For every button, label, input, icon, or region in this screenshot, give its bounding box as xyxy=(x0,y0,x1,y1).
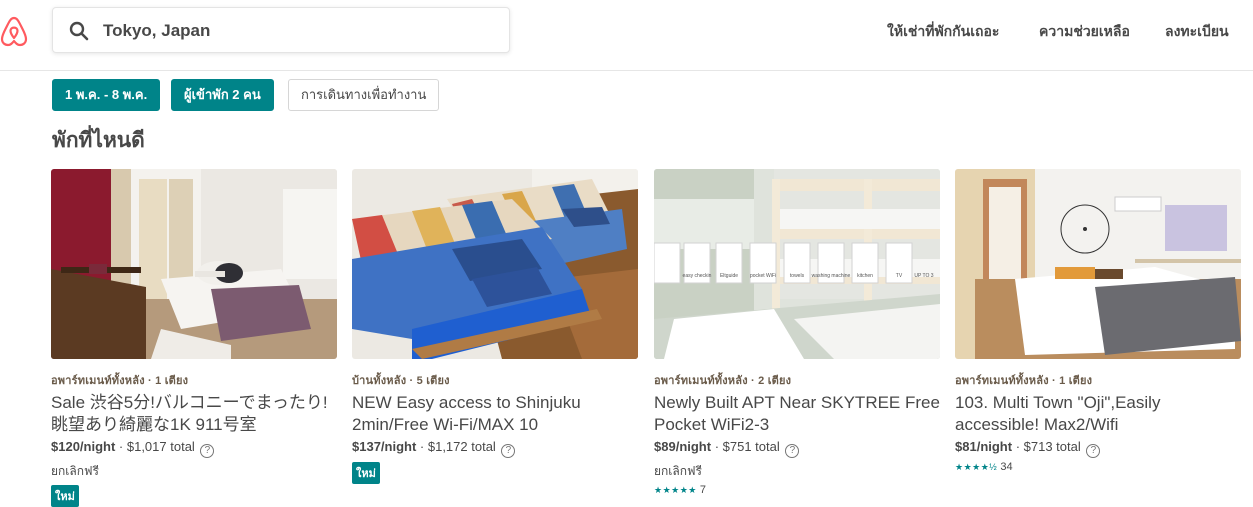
rating: ★★★★½ 34 xyxy=(955,461,1013,473)
listing-photo[interactable]: easy checkin Eltguide pocket WiFi towels… xyxy=(654,169,940,359)
listing-price: $137/night · $1,172 total ? xyxy=(352,439,638,458)
svg-text:pocket WiFi: pocket WiFi xyxy=(750,273,776,279)
new-badge: ใหม่ xyxy=(51,485,79,507)
top-header: ให้เช่าที่พักกันเถอะ ความช่วยเหลือ ลงทะเ… xyxy=(0,0,1253,71)
search-icon xyxy=(69,21,89,41)
star-rating-icon: ★★★★½ xyxy=(955,462,998,472)
listing-type: อพาร์ทเมนท์ทั้งหลัง · 1 เตียง xyxy=(955,375,1093,387)
listing-type: บ้านทั้งหลัง · 5 เตียง xyxy=(352,375,450,387)
free-cancellation: ยกเลิกฟรี xyxy=(654,464,702,478)
listing-title[interactable]: NEW Easy access to Shinjuku 2min/Free Wi… xyxy=(352,392,638,436)
dates-filter-button[interactable]: 1 พ.ค. - 8 พ.ค. xyxy=(52,79,161,111)
question-circle-icon[interactable]: ? xyxy=(200,444,215,458)
listing-title[interactable]: Sale 渋谷5分!バルコニーでまったり!眺望あり綺麗な1K 911号室 xyxy=(51,392,337,436)
work-trip-filter-button[interactable]: การเดินทางเพื่อทำงาน xyxy=(288,79,440,111)
rating: ★★★★★ 7 xyxy=(654,484,707,496)
airbnb-logo-icon[interactable] xyxy=(0,14,28,48)
svg-text:washing machine: washing machine xyxy=(812,273,851,279)
listing-photo[interactable] xyxy=(352,169,638,359)
svg-text:TV: TV xyxy=(896,273,903,279)
guests-filter-button[interactable]: ผู้เข้าพัก 2 คน xyxy=(171,79,274,111)
listing-type: อพาร์ทเมนท์ทั้งหลัง · 1 เตียง xyxy=(51,375,189,387)
listing-price: $89/night · $751 total ? xyxy=(654,439,940,458)
question-circle-icon[interactable]: ? xyxy=(1086,444,1101,458)
listing-card[interactable]: บ้านทั้งหลัง · 5 เตียง NEW Easy access t… xyxy=(352,169,638,484)
nav-help-link[interactable]: ความช่วยเหลือ xyxy=(1039,21,1130,43)
svg-text:easy checkin: easy checkin xyxy=(683,273,712,279)
star-rating-icon: ★★★★★ xyxy=(654,485,697,495)
free-cancellation: ยกเลิกฟรี xyxy=(51,464,99,478)
listing-type: อพาร์ทเมนท์ทั้งหลัง · 2 เตียง xyxy=(654,375,792,387)
listing-card[interactable]: อพาร์ทเมนท์ทั้งหลัง · 1 เตียง 103. Multi… xyxy=(955,169,1241,473)
listing-title[interactable]: Newly Built APT Near SKYTREE Free Pocket… xyxy=(654,392,940,436)
svg-text:UP TO 3: UP TO 3 xyxy=(914,273,933,279)
search-input[interactable] xyxy=(103,16,493,46)
svg-text:kitchen: kitchen xyxy=(857,273,873,279)
question-circle-icon[interactable]: ? xyxy=(501,444,516,458)
filter-bar: 1 พ.ค. - 8 พ.ค. ผู้เข้าพัก 2 คน การเดินท… xyxy=(0,71,1253,119)
listing-card[interactable]: อพาร์ทเมนท์ทั้งหลัง · 1 เตียง Sale 渋谷5分!… xyxy=(51,169,337,507)
listing-photo[interactable] xyxy=(955,169,1241,359)
section-title: พักที่ไหนดี xyxy=(52,129,145,152)
new-badge: ใหม่ xyxy=(352,462,380,484)
question-circle-icon[interactable]: ? xyxy=(785,444,800,458)
listing-price: $120/night · $1,017 total ? xyxy=(51,439,337,458)
svg-text:towels: towels xyxy=(790,273,805,279)
listing-title[interactable]: 103. Multi Town "Oji",Easily accessible!… xyxy=(955,392,1241,436)
search-bar[interactable] xyxy=(52,7,510,53)
nav-signup-link[interactable]: ลงทะเบียน xyxy=(1165,21,1229,43)
svg-text:Eltguide: Eltguide xyxy=(720,273,738,279)
listing-price: $81/night · $713 total ? xyxy=(955,439,1241,458)
listing-photo[interactable] xyxy=(51,169,337,359)
listing-card[interactable]: easy checkin Eltguide pocket WiFi towels… xyxy=(654,169,940,496)
nav-host-link[interactable]: ให้เช่าที่พักกันเถอะ xyxy=(887,21,999,43)
